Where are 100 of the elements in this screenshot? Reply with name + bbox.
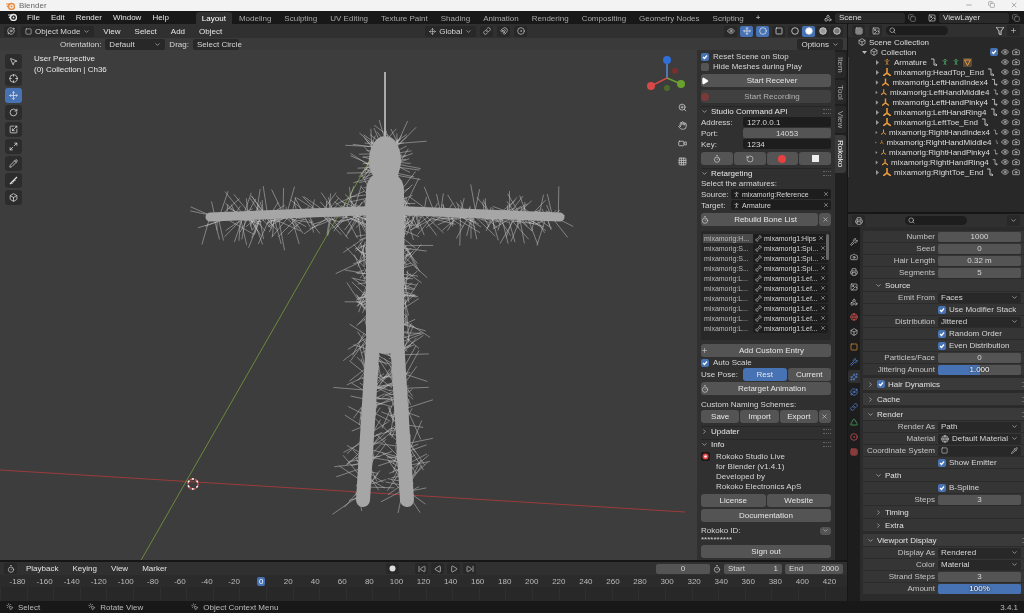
workspace-tab[interactable]: Scripting (706, 12, 750, 24)
menu-item[interactable]: Help (147, 13, 174, 22)
documentation-button[interactable]: Documentation (701, 509, 831, 522)
start-frame-field[interactable]: Start 1 (724, 563, 782, 574)
status-text: Rotate View (100, 602, 144, 612)
panel-header[interactable]: Info (701, 439, 831, 449)
panel-header[interactable]: Timing (863, 506, 1024, 518)
sidebar-tab[interactable]: Item (835, 52, 846, 78)
status-text: Select (18, 602, 41, 612)
panel-title: Extra (885, 520, 904, 530)
number-field[interactable]: 0.32 m (938, 255, 1022, 266)
setting-dropdown[interactable]: Default (105, 38, 166, 50)
number-field[interactable]: 0 (938, 243, 1022, 254)
workspace-tab[interactable]: Shading (434, 12, 477, 24)
menu-item[interactable]: Edit (45, 13, 70, 22)
number-field[interactable]: 5 (938, 267, 1022, 278)
panel-header[interactable]: Hair Dynamics (863, 378, 1024, 390)
frame-number: 200 (524, 576, 540, 586)
naming-scheme-button[interactable]: Export (779, 410, 818, 423)
dropdown[interactable]: Material (938, 559, 1022, 570)
dropdown[interactable]: Faces (938, 292, 1022, 303)
slider[interactable]: 100% (938, 583, 1022, 594)
info-text: Rokoko Electronics ApS (716, 482, 803, 491)
number-field[interactable]: 3 (938, 571, 1022, 582)
frame-number: -80 (146, 576, 160, 586)
frame-number: 60 (336, 576, 348, 586)
text-field[interactable]: 14053 (743, 128, 831, 138)
section-label: Custom Naming Schemes: (701, 400, 797, 409)
add-workspace-button[interactable]: + (750, 13, 766, 22)
view-layer-field[interactable]: ViewLayer (939, 12, 1009, 23)
frame-number: -140 (62, 576, 81, 586)
menu-item[interactable]: Add (165, 26, 191, 36)
start-receiver-button[interactable]: Start Receiver (701, 74, 831, 87)
property-label: Hair Length (892, 256, 935, 265)
tree-item-label: Armature (894, 57, 927, 67)
naming-scheme-button[interactable]: Save (701, 410, 740, 423)
menu-item[interactable]: Keying (67, 564, 102, 573)
property-label: Steps (913, 495, 935, 504)
menu-item[interactable]: Playback (21, 564, 64, 573)
frame-number: -40 (200, 576, 214, 586)
tree-item-label: mixamorig:LeftHandPinky4 (892, 97, 988, 107)
material-dropdown[interactable]: Default Material (938, 433, 1022, 444)
panel-header[interactable]: Studio Command API (701, 106, 831, 116)
panel-header[interactable]: Cache (863, 393, 1024, 405)
text-field[interactable]: 127.0.0.1 (743, 117, 831, 127)
menu-item[interactable]: Select (129, 26, 162, 36)
current-frame-field[interactable]: 0 (656, 563, 710, 574)
end-frame-field[interactable]: End 2000 (785, 563, 843, 574)
add-custom-entry-button[interactable]: Add Custom Entry (701, 344, 831, 357)
panel-header[interactable]: Viewport Display (863, 534, 1024, 546)
number-field[interactable]: 0 (938, 352, 1022, 363)
sidebar-tab[interactable]: Tool (835, 79, 846, 105)
menu-item[interactable]: Marker (137, 564, 173, 573)
menu-item[interactable]: Object (194, 26, 228, 36)
tree-item-label: Scene Collection (869, 37, 930, 47)
menu-item[interactable]: File (22, 13, 45, 22)
workspace-tab[interactable]: Texture Paint (375, 12, 434, 24)
frame-number: -160 (35, 576, 54, 586)
rebuild-bone-list-button[interactable]: Rebuild Bone List (701, 213, 818, 226)
menu-item[interactable]: Render (70, 13, 107, 22)
panel-header[interactable]: Retargeting (701, 168, 831, 178)
sidebar-tab[interactable]: Rokoko (835, 135, 846, 173)
workspace-tab[interactable]: UV Editing (324, 12, 375, 24)
dropdown[interactable]: Path (938, 421, 1022, 432)
scene-field[interactable]: Scene (835, 12, 905, 23)
retarget-animation-button[interactable]: Retarget Animation (701, 382, 831, 395)
mode-dropdown[interactable]: Object Mode (21, 25, 95, 37)
panel-header[interactable]: Extra (863, 519, 1024, 531)
workspace-tab[interactable]: Layout (195, 12, 232, 24)
workspace-tab[interactable]: Compositing (575, 12, 633, 24)
info-text: Rokoko Studio Live (716, 452, 786, 461)
naming-scheme-button[interactable]: Import (740, 410, 779, 423)
sidebar-tab[interactable]: View (835, 106, 846, 134)
slider[interactable]: 1.000 (938, 364, 1022, 375)
panel-header[interactable]: Path (863, 469, 1024, 481)
number-field[interactable]: 3 (938, 494, 1022, 505)
workspace-tab[interactable]: Geometry Nodes (633, 12, 706, 24)
orientation-dropdown[interactable]: Global (425, 25, 477, 37)
frame-ruler[interactable]: -180 -160 -140 -120 -100 -80 -60 -40 -20 0 20 40 60 80 100 120 140 160 180 200 220 240 260 280 300 320 340 360 380 400 420 (0, 575, 847, 587)
menu-item[interactable]: View (98, 26, 126, 36)
panel-header[interactable]: Updater (701, 426, 831, 436)
3d-viewport[interactable]: User Perspective (0) Collection | Ch36 (0, 50, 697, 560)
number-field[interactable]: 1000 (938, 231, 1022, 242)
options-dropdown[interactable]: Options (797, 38, 843, 50)
workspace-tab[interactable]: Modeling (232, 12, 278, 24)
workspace-tab[interactable]: Sculpting (278, 12, 324, 24)
link-button[interactable]: License (701, 494, 766, 507)
link-button[interactable]: Website (766, 494, 831, 507)
pose-option[interactable]: Current (787, 368, 831, 381)
pose-option[interactable]: Rest (743, 368, 787, 381)
dropdown[interactable]: Jittered (938, 316, 1022, 327)
menu-item[interactable]: Window (107, 13, 147, 22)
menu-item[interactable]: View (105, 564, 134, 573)
text-field[interactable]: 1234 (743, 139, 831, 149)
workspace-tab[interactable]: Animation (477, 12, 525, 24)
panel-header[interactable]: Render (863, 408, 1024, 420)
sign-out-button[interactable]: Sign out (701, 545, 831, 558)
panel-header[interactable]: Source (863, 279, 1024, 291)
workspace-tab[interactable]: Rendering (525, 12, 575, 24)
dropdown[interactable]: Rendered (938, 547, 1022, 558)
